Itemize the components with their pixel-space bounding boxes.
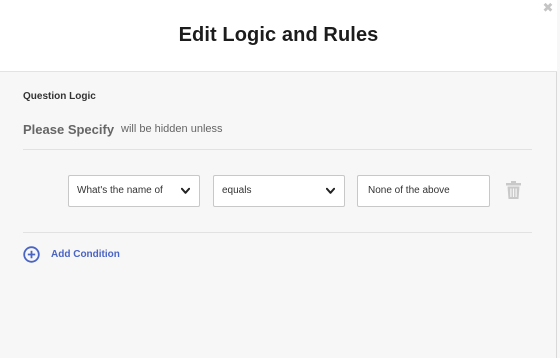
chevron-down-icon	[326, 187, 335, 194]
question-name: Please Specify	[23, 122, 115, 137]
divider	[23, 232, 532, 233]
chevron-down-icon	[181, 187, 190, 194]
add-condition-label: Add Condition	[51, 249, 120, 260]
condition-value-input[interactable]: None of the above	[357, 175, 490, 207]
question-select-value: What's the name of	[77, 185, 163, 196]
section-label: Question Logic	[23, 91, 96, 102]
hidden-unless-text: will be hidden unless	[121, 123, 223, 135]
question-select[interactable]: What's the name of	[68, 175, 200, 207]
plus-circle-icon	[23, 246, 40, 263]
divider	[23, 149, 532, 150]
edit-logic-modal: Edit Logic and Rules ✖ Question Logic Pl…	[0, 0, 557, 358]
close-icon[interactable]: ✖	[541, 1, 555, 15]
modal-header: Edit Logic and Rules ✖	[0, 0, 557, 72]
operator-select[interactable]: equals	[213, 175, 345, 207]
modal-title: Edit Logic and Rules	[178, 24, 379, 46]
trash-icon[interactable]	[506, 181, 521, 199]
operator-select-value: equals	[222, 185, 252, 196]
